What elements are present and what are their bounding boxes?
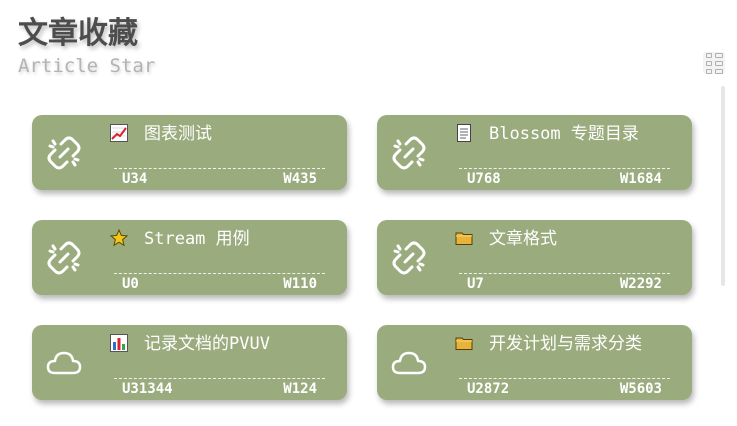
article-card[interactable]: Blossom 专题目录 U768 W1684 [377, 115, 692, 190]
page-icon [457, 124, 471, 142]
broken-link-icon [392, 136, 426, 170]
card-w-count: W2292 [619, 276, 662, 292]
divider [114, 378, 325, 379]
card-u-count: U768 [467, 171, 501, 187]
scrollbar[interactable] [721, 86, 725, 286]
cloud-icon [391, 351, 427, 375]
page-header: 文章收藏 Article Star [18, 14, 155, 78]
card-w-count: W1684 [619, 171, 662, 187]
article-card[interactable]: 记录文档的PVUV U31344 W124 [32, 325, 347, 400]
broken-link-icon [392, 241, 426, 275]
divider [459, 273, 670, 274]
article-card[interactable]: 图表测试 U34 W435 [32, 115, 347, 190]
divider [459, 378, 670, 379]
card-w-count: W5603 [619, 381, 662, 397]
article-card[interactable]: 开发计划与需求分类 U2872 W5603 [377, 325, 692, 400]
card-title: 开发计划与需求分类 [489, 334, 642, 354]
page-subtitle: Article Star [18, 55, 156, 77]
star-icon [110, 229, 128, 247]
broken-link-icon [47, 241, 81, 275]
cloud-icon [46, 351, 82, 375]
card-w-count: W124 [283, 381, 317, 397]
card-u-count: U7 [467, 276, 484, 292]
card-u-count: U2872 [467, 381, 510, 397]
card-u-count: U34 [122, 171, 148, 187]
folder-icon [455, 337, 473, 350]
card-title: 记录文档的PVUV [144, 334, 270, 354]
grid-list-icon[interactable] [703, 52, 725, 74]
broken-link-icon [47, 136, 81, 170]
divider [459, 168, 670, 169]
article-card[interactable]: Stream 用例 U0 W110 [32, 220, 347, 295]
card-title: Blossom 专题目录 [489, 124, 639, 144]
card-u-count: U0 [122, 276, 139, 292]
card-w-count: W110 [283, 276, 317, 292]
folder-icon [455, 232, 473, 245]
card-u-count: U31344 [122, 381, 173, 397]
card-title: 文章格式 [489, 229, 557, 249]
card-w-count: W435 [283, 171, 317, 187]
article-card[interactable]: 文章格式 U7 W2292 [377, 220, 692, 295]
page-title: 文章收藏 [18, 16, 138, 51]
card-title: 图表测试 [144, 124, 212, 144]
divider [114, 168, 325, 169]
chart-increasing-icon [110, 124, 128, 142]
card-title: Stream 用例 [144, 229, 250, 249]
bar-chart-icon [110, 334, 128, 352]
divider [114, 273, 325, 274]
